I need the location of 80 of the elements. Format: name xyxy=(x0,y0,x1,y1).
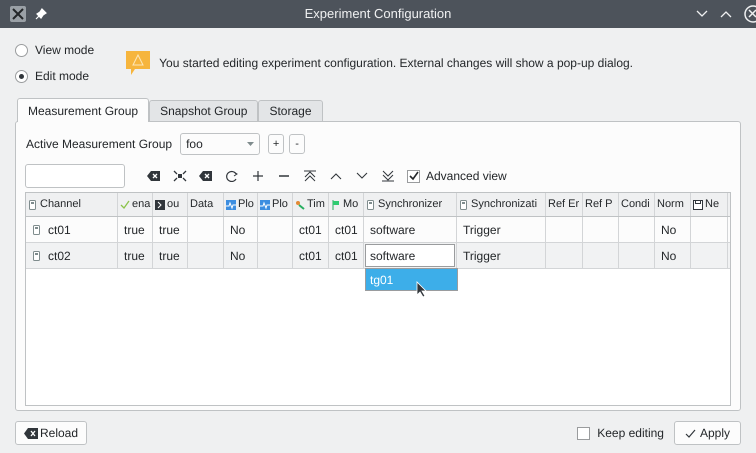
column-header[interactable]: Channel xyxy=(26,193,118,216)
check-icon xyxy=(684,428,696,438)
column-header[interactable]: Plo xyxy=(224,193,258,216)
table-cell-text: software xyxy=(370,222,416,238)
pin-icon[interactable] xyxy=(35,8,47,20)
column-header[interactable]: Synchronizer xyxy=(364,193,457,216)
radio-label: Edit mode xyxy=(35,68,90,85)
flag-icon xyxy=(331,200,341,210)
filter-field[interactable] xyxy=(25,164,125,188)
terminal-icon xyxy=(155,200,165,210)
group-dropdown[interactable]: foo xyxy=(180,133,260,155)
notice-text: You started editing experiment configuration. External changes will show a pop-up dialog. xyxy=(159,55,634,72)
table-cell-text: ct01 xyxy=(335,248,358,264)
add-button[interactable]: + xyxy=(268,134,284,154)
dropdown-editor[interactable]: software xyxy=(365,244,455,267)
device-icon xyxy=(366,200,376,210)
table-cell-text: true xyxy=(159,222,180,238)
table-cell-text: No xyxy=(661,248,676,264)
table-cell-text: ct01 xyxy=(48,222,71,238)
device-icon xyxy=(32,224,42,234)
refresh-icon[interactable] xyxy=(225,170,239,182)
plot-icon xyxy=(260,200,270,210)
column-header[interactable]: Tim xyxy=(293,193,329,216)
fit-icon[interactable] xyxy=(173,170,187,182)
radio-label: View mode xyxy=(35,42,94,59)
column-header[interactable]: Ref P xyxy=(583,193,619,216)
table-cell-text: ct01 xyxy=(299,222,322,238)
tab[interactable]: Measurement Group xyxy=(17,98,150,122)
table-cell-text: true xyxy=(124,222,145,238)
tab[interactable]: Storage xyxy=(258,100,322,122)
table-cell-text: true xyxy=(124,248,145,264)
chevron-up-icon[interactable] xyxy=(720,10,732,18)
reload-button[interactable]: Reload xyxy=(15,421,88,445)
column-header[interactable]: Ref Er xyxy=(546,193,583,216)
window-title: Experiment Configuration xyxy=(304,5,452,24)
app-icon xyxy=(10,6,26,22)
device-icon xyxy=(28,200,38,210)
device-icon xyxy=(32,250,42,260)
table-cell-text: No xyxy=(230,222,246,238)
column-header[interactable]: ou xyxy=(153,193,188,216)
field-label: Active Measurement Group xyxy=(26,136,172,153)
column-header[interactable]: ena xyxy=(118,193,153,216)
table-cell-text: ct01 xyxy=(299,248,322,264)
column-header[interactable]: Condi xyxy=(619,193,655,216)
radio-button[interactable] xyxy=(15,44,28,56)
plot-icon xyxy=(226,200,236,210)
column-header[interactable]: Plo xyxy=(258,193,293,216)
checkbox-label: Advanced view xyxy=(426,168,507,185)
plus-icon[interactable] xyxy=(251,170,265,182)
column-header[interactable]: Norm xyxy=(655,193,691,216)
column-header[interactable]: Ne xyxy=(691,193,728,216)
table-cell-text: true xyxy=(159,248,180,264)
column-header[interactable]: Data xyxy=(188,193,224,216)
clear-icon[interactable] xyxy=(147,170,161,182)
checkbox[interactable] xyxy=(407,170,420,182)
checkbox-label: Keep editing xyxy=(597,425,664,442)
move-bottom-icon[interactable] xyxy=(381,170,395,182)
radio-button[interactable] xyxy=(15,70,28,82)
checkbox[interactable] xyxy=(577,426,590,440)
chevron-down-icon[interactable] xyxy=(696,10,708,18)
column-header[interactable]: Mo xyxy=(329,193,364,216)
table-cell-text: ct02 xyxy=(48,248,71,264)
table-cell-text: ct01 xyxy=(335,222,358,238)
warning-icon xyxy=(125,50,152,76)
clear-icon[interactable] xyxy=(199,170,213,182)
close-icon[interactable] xyxy=(744,5,756,23)
apply-button[interactable]: Apply xyxy=(674,421,741,445)
tab[interactable]: Snapshot Group xyxy=(149,100,258,122)
remove-button[interactable]: - xyxy=(289,134,306,154)
dropdown-arrow-icon xyxy=(247,142,254,146)
table-cell-text: Trigger xyxy=(463,248,501,264)
table-cell-text: No xyxy=(230,248,246,264)
table-cell-text: No xyxy=(661,222,676,238)
save-icon xyxy=(693,200,703,210)
check-icon xyxy=(120,200,130,210)
column-header[interactable]: Synchronizati xyxy=(457,193,546,216)
table-cell-text: Trigger xyxy=(463,222,501,238)
move-top-icon[interactable] xyxy=(303,170,317,182)
device-icon xyxy=(459,200,469,210)
clear-icon xyxy=(24,428,38,438)
